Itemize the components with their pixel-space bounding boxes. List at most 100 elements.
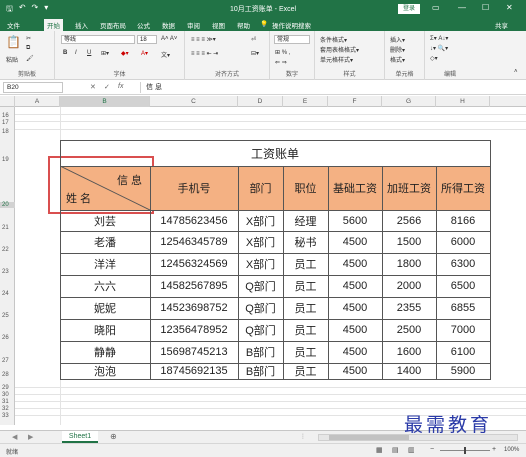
cell-name-row25[interactable]: 妮妮 xyxy=(60,297,150,319)
column-header-f[interactable]: F xyxy=(328,96,382,107)
row-header-25[interactable]: 25 xyxy=(0,313,15,319)
cell-dept-row25[interactable]: Q部门 xyxy=(238,297,283,319)
conditional-format-button[interactable]: 条件格式▾ xyxy=(320,35,347,44)
cancel-icon[interactable]: ✕ xyxy=(90,83,96,91)
underline-button[interactable]: U xyxy=(87,50,91,56)
cell-base-row23[interactable]: 4500 xyxy=(328,253,382,275)
vertical-align-icons[interactable]: ≡ ≡ ≡ ≫▾ xyxy=(191,36,216,43)
zoom-in-icon[interactable]: + xyxy=(492,446,496,453)
cell-name-row27[interactable]: 静静 xyxy=(60,341,150,363)
cell-total-row27[interactable]: 6100 xyxy=(436,341,490,363)
cell-dept-row24[interactable]: Q部门 xyxy=(238,275,283,297)
horizontal-align-icons[interactable]: ≡ ≡ ≡ ⇤ ⇥ xyxy=(191,50,218,57)
cell-styles-button[interactable]: 单元格样式▾ xyxy=(320,55,353,64)
zoom-out-icon[interactable]: − xyxy=(430,446,434,453)
cell-overtime-row24[interactable]: 2000 xyxy=(382,275,436,297)
cell-base-row22[interactable]: 4500 xyxy=(328,231,382,253)
cell-position-row24[interactable]: 员工 xyxy=(283,275,328,297)
cell-phone-row24[interactable]: 14582567895 xyxy=(150,275,238,297)
format-as-table-button[interactable]: 套用表格格式▾ xyxy=(320,45,359,54)
sheet-options-icon[interactable]: ⋮ xyxy=(300,433,306,440)
cell-phone-row27[interactable]: 15698745213 xyxy=(150,341,238,363)
header-dept[interactable]: 部门 xyxy=(238,166,283,210)
login-button[interactable]: 登录 xyxy=(398,4,420,14)
cell-overtime-row22[interactable]: 1500 xyxy=(382,231,436,253)
italic-button[interactable]: I xyxy=(75,50,77,56)
decimal-icon[interactable]: ⇐ ⇒ xyxy=(275,59,287,66)
column-header-h[interactable]: H xyxy=(436,96,490,107)
grow-font-icon[interactable]: A˄ A˅ xyxy=(161,36,177,42)
cell-position-row23[interactable]: 员工 xyxy=(283,253,328,275)
close-button[interactable]: ✕ xyxy=(506,3,513,12)
autosum-icon[interactable]: Σ▾ A↓▾ xyxy=(430,35,448,42)
paste-label[interactable]: 粘贴 xyxy=(6,55,18,64)
cell-base-row25[interactable]: 4500 xyxy=(328,297,382,319)
column-header-g[interactable]: G xyxy=(382,96,436,107)
cell-base-row24[interactable]: 4500 xyxy=(328,275,382,297)
font-name-select[interactable]: 等线 xyxy=(61,35,135,44)
tab-file[interactable]: 文件 xyxy=(7,20,20,30)
row-header-24[interactable]: 24 xyxy=(0,291,15,297)
cell-phone-row26[interactable]: 12356478952 xyxy=(150,319,238,341)
cell-overtime-row25[interactable]: 2355 xyxy=(382,297,436,319)
page-layout-view-icon[interactable]: ▤ xyxy=(392,446,399,454)
share-button[interactable]: 共享 xyxy=(495,20,508,30)
header-total[interactable]: 所得工资 xyxy=(436,166,490,210)
tell-me-search[interactable]: 操作说明搜索 xyxy=(272,20,311,30)
cell-name-row23[interactable]: 洋洋 xyxy=(60,253,150,275)
row-header-26[interactable]: 26 xyxy=(0,335,15,341)
cell-phone-row28[interactable]: 18745692135 xyxy=(150,363,238,379)
row-header-18[interactable]: 18 xyxy=(0,129,15,135)
formula-input[interactable]: 信 息 xyxy=(140,82,520,93)
tab-view[interactable]: 视图 xyxy=(212,20,225,30)
cell-total-row22[interactable]: 6000 xyxy=(436,231,490,253)
cell-position-row28[interactable]: 员工 xyxy=(283,363,328,379)
row-header-30[interactable]: 30 xyxy=(0,392,15,398)
cut-icon[interactable]: ✂ xyxy=(26,35,31,42)
select-all-corner[interactable] xyxy=(0,96,15,107)
row-header-22[interactable]: 22 xyxy=(0,247,15,253)
copy-icon[interactable]: ⧉ xyxy=(26,45,30,52)
cell-dept-row28[interactable]: B部门 xyxy=(238,363,283,379)
column-header-e[interactable]: E xyxy=(283,96,328,107)
normal-view-icon[interactable]: ▦ xyxy=(376,446,383,454)
collapse-ribbon-icon[interactable]: ˄ xyxy=(514,69,518,75)
cell-name-row21[interactable]: 刘芸 xyxy=(60,210,150,231)
wrap-text-icon[interactable]: ⏎ xyxy=(251,36,256,43)
row-header-29[interactable]: 29 xyxy=(0,385,15,391)
zoom-level[interactable]: 100% xyxy=(504,447,519,453)
number-format-select[interactable]: 常规 xyxy=(274,35,310,44)
cell-position-row21[interactable]: 经理 xyxy=(283,210,328,231)
maximize-button[interactable]: ☐ xyxy=(482,3,489,12)
cell-position-row25[interactable]: 员工 xyxy=(283,297,328,319)
format-painter-icon[interactable]: 🖌 xyxy=(26,55,34,62)
add-sheet-icon[interactable]: ⊕ xyxy=(110,432,117,441)
row-header-27[interactable]: 27 xyxy=(0,358,15,364)
cell-phone-row22[interactable]: 12546345789 xyxy=(150,231,238,253)
cell-total-row24[interactable]: 6500 xyxy=(436,275,490,297)
cell-base-row26[interactable]: 4500 xyxy=(328,319,382,341)
merge-center-icon[interactable]: ⊟▾ xyxy=(251,50,259,57)
cell-phone-row23[interactable]: 12456324569 xyxy=(150,253,238,275)
cell-total-row26[interactable]: 7000 xyxy=(436,319,490,341)
cell-name-row28[interactable]: 泡泡 xyxy=(60,363,150,379)
next-sheet-icon[interactable]: ▶ xyxy=(28,433,33,441)
cell-base-row21[interactable]: 5600 xyxy=(328,210,382,231)
font-color-icon[interactable]: A▾ xyxy=(141,50,148,57)
paste-icon[interactable]: 📋 xyxy=(6,35,21,49)
column-header-b[interactable]: B xyxy=(60,96,150,107)
minimize-button[interactable]: — xyxy=(458,3,466,12)
header-overtime[interactable]: 加班工资 xyxy=(382,166,436,210)
cell-overtime-row23[interactable]: 1800 xyxy=(382,253,436,275)
column-header-c[interactable]: C xyxy=(150,96,238,107)
cell-dept-row27[interactable]: B部门 xyxy=(238,341,283,363)
prev-sheet-icon[interactable]: ◀ xyxy=(12,433,17,441)
cell-dept-row26[interactable]: Q部门 xyxy=(238,319,283,341)
cell-total-row21[interactable]: 8166 xyxy=(436,210,490,231)
cell-dept-row22[interactable]: X部门 xyxy=(238,231,283,253)
cell-name-row24[interactable]: 六六 xyxy=(60,275,150,297)
cell-phone-row21[interactable]: 14785623456 xyxy=(150,210,238,231)
cell-base-row27[interactable]: 4500 xyxy=(328,341,382,363)
tab-review[interactable]: 审阅 xyxy=(187,20,200,30)
cell-total-row25[interactable]: 6855 xyxy=(436,297,490,319)
